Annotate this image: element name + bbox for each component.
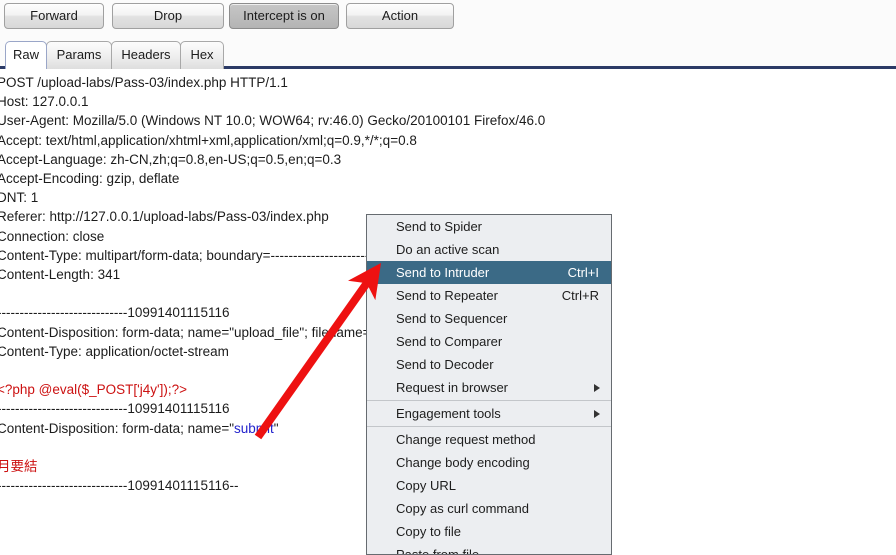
menu-item-send-to-repeater[interactable]: Send to Repeater Ctrl+R (367, 284, 611, 307)
menu-item-send-to-comparer[interactable]: Send to Comparer (367, 330, 611, 353)
menu-item-engagement-tools[interactable]: Engagement tools (367, 402, 611, 425)
menu-item-do-an-active-scan[interactable]: Do an active scan (367, 238, 611, 261)
menu-item-copy-as-curl-command[interactable]: Copy as curl command (367, 497, 611, 520)
menu-item-label: Send to Spider (396, 219, 483, 234)
menu-item-label: Paste from file (396, 547, 480, 555)
menu-item-paste-from-file[interactable]: Paste from file (367, 543, 611, 555)
menu-item-label: Change body encoding (396, 455, 530, 470)
menu-item-send-to-sequencer[interactable]: Send to Sequencer (367, 307, 611, 330)
menu-item-change-body-encoding[interactable]: Change body encoding (367, 451, 611, 474)
menu-item-label: Change request method (396, 432, 536, 447)
intercept-toggle-button[interactable]: Intercept is on (229, 3, 339, 29)
forward-button[interactable]: Forward (4, 3, 104, 29)
intercept-toolbar: Forward Drop Intercept is on Action (0, 0, 896, 36)
menu-item-change-request-method[interactable]: Change request method (367, 428, 611, 451)
menu-item-copy-url[interactable]: Copy URL (367, 474, 611, 497)
menu-item-send-to-spider[interactable]: Send to Spider (367, 215, 611, 238)
menu-item-label: Request in browser (396, 380, 508, 395)
action-button[interactable]: Action (346, 3, 454, 29)
menu-item-copy-to-file[interactable]: Copy to file (367, 520, 611, 543)
menu-item-label: Send to Intruder (396, 265, 490, 280)
drop-button[interactable]: Drop (112, 3, 224, 29)
menu-item-label: Send to Comparer (396, 334, 503, 349)
message-editor-tabs: Raw Params Headers Hex (0, 36, 896, 69)
menu-item-request-in-browser[interactable]: Request in browser (367, 376, 611, 399)
menu-item-label: Copy to file (396, 524, 462, 539)
menu-item-shortcut: Ctrl+I (567, 265, 599, 280)
menu-separator (367, 426, 611, 427)
menu-item-label: Send to Repeater (396, 288, 498, 303)
submenu-arrow-icon (594, 384, 600, 392)
tab-headers[interactable]: Headers (111, 41, 181, 69)
menu-item-label: Send to Decoder (396, 357, 494, 372)
tab-raw[interactable]: Raw (5, 41, 47, 69)
menu-item-label: Engagement tools (396, 406, 501, 421)
menu-item-label: Copy as curl command (396, 501, 529, 516)
submenu-arrow-icon (594, 410, 600, 418)
context-menu[interactable]: Send to Spider Do an active scan Send to I… (366, 214, 612, 555)
menu-separator (367, 400, 611, 401)
tab-hex[interactable]: Hex (180, 41, 224, 69)
menu-item-label: Send to Sequencer (396, 311, 508, 326)
menu-item-send-to-decoder[interactable]: Send to Decoder (367, 353, 611, 376)
menu-item-shortcut: Ctrl+R (561, 288, 599, 303)
menu-item-label: Do an active scan (396, 242, 500, 257)
menu-item-label: Copy URL (396, 478, 456, 493)
menu-item-send-to-intruder[interactable]: Send to Intruder Ctrl+I (367, 261, 611, 284)
tab-params[interactable]: Params (46, 41, 112, 69)
